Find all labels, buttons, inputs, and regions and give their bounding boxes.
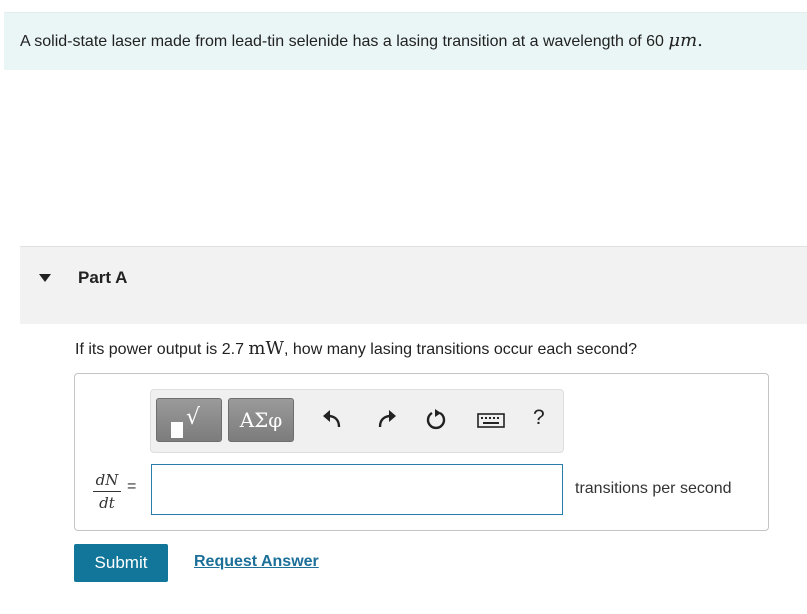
part-title: Part A [78, 268, 128, 287]
wavelength-unit: μm [668, 30, 698, 51]
undo-icon[interactable] [319, 407, 345, 433]
help-icon[interactable]: ? [533, 406, 545, 430]
units-label: transitions per second [575, 480, 732, 497]
answer-box: √ ΑΣφ ? dN dt = transitions per second [74, 373, 769, 531]
redo-icon[interactable] [374, 407, 400, 433]
templates-button[interactable]: √ [156, 398, 222, 442]
problem-statement: A solid-state laser made from lead-tin s… [4, 12, 807, 70]
answer-input[interactable] [151, 464, 563, 515]
reset-icon[interactable] [423, 407, 449, 433]
equals-sign: = [127, 478, 137, 495]
math-toolbar: √ ΑΣφ ? [150, 389, 564, 453]
keyboard-icon[interactable] [476, 407, 506, 433]
greek-symbols-button[interactable]: ΑΣφ [228, 398, 294, 442]
part-a-header[interactable]: Part A [20, 246, 807, 324]
power-unit: mW [248, 338, 284, 359]
dn-dt-label: dN dt [93, 471, 121, 512]
request-answer-link[interactable]: Request Answer [194, 553, 319, 571]
problem-text: A solid-state laser made from lead-tin s… [20, 30, 703, 51]
caret-down-icon[interactable] [39, 274, 51, 282]
submit-button[interactable]: Submit [74, 544, 168, 582]
question-text: If its power output is 2.7 mW, how many … [75, 338, 638, 359]
